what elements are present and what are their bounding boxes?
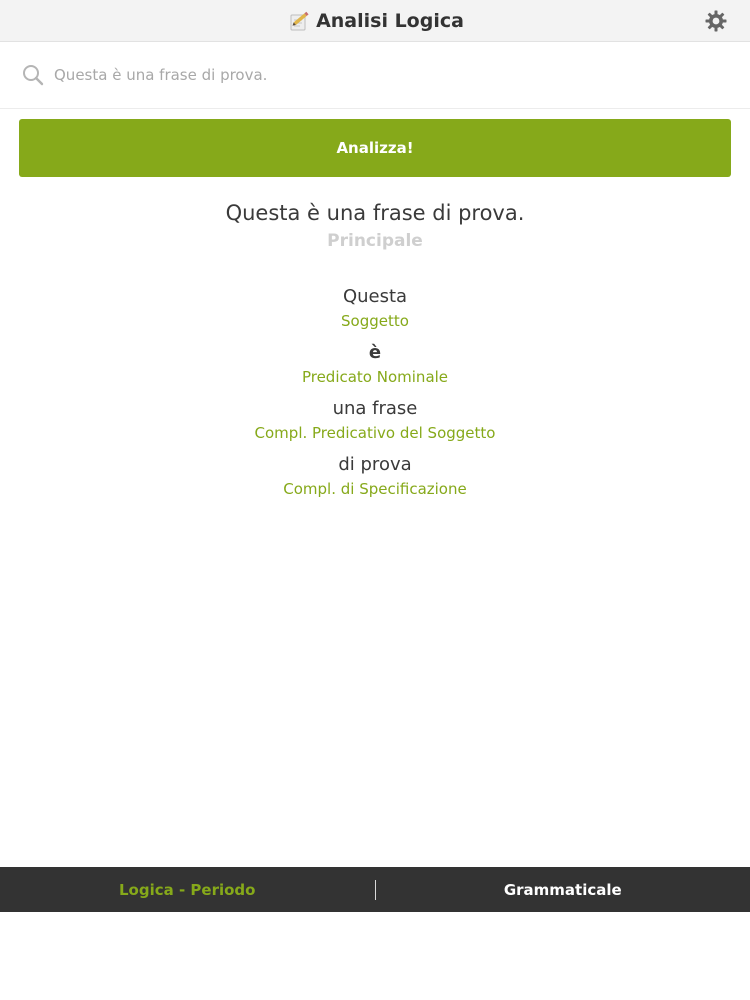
component-label: Soggetto [341, 312, 409, 330]
sentence-components: Questa Soggetto è Predicato Nominale una… [0, 284, 750, 500]
component-text: di prova [338, 454, 412, 475]
bottom-tab-bar: Logica - Periodo Grammaticale [0, 867, 750, 912]
component-text: Questa [342, 286, 408, 307]
search-icon [22, 64, 44, 86]
component-text: è [368, 342, 382, 363]
component-text: una frase [332, 398, 418, 419]
gear-icon [705, 10, 727, 32]
component-label: Compl. di Specificazione [283, 480, 467, 498]
tab-logica-periodo[interactable]: Logica - Periodo [0, 881, 375, 899]
component-item: una frase Compl. Predicativo del Soggett… [0, 396, 750, 444]
pencil-paper-icon [286, 9, 310, 33]
component-label: Predicato Nominale [301, 368, 449, 386]
navigation-bar: Analisi Logica [0, 0, 750, 42]
tab-grammaticale[interactable]: Grammaticale [376, 881, 750, 899]
nav-title-container: Analisi Logica [0, 0, 750, 41]
search-input[interactable] [52, 60, 716, 90]
clause-type-label: Principale [327, 231, 423, 251]
search-bar [0, 42, 750, 109]
component-item: è Predicato Nominale [0, 340, 750, 388]
analysis-result: Questa è una frase di prova. Principale … [0, 198, 750, 508]
analyze-button-label: Analizza! [336, 139, 414, 157]
page-title: Analisi Logica [316, 9, 464, 32]
analyzed-sentence: Questa è una frase di prova. [225, 201, 525, 225]
component-label: Compl. Predicativo del Soggetto [254, 424, 496, 442]
component-item: di prova Compl. di Specificazione [0, 452, 750, 500]
component-item: Questa Soggetto [0, 284, 750, 332]
analyze-button[interactable]: Analizza! [19, 119, 731, 177]
settings-button[interactable] [704, 9, 728, 33]
